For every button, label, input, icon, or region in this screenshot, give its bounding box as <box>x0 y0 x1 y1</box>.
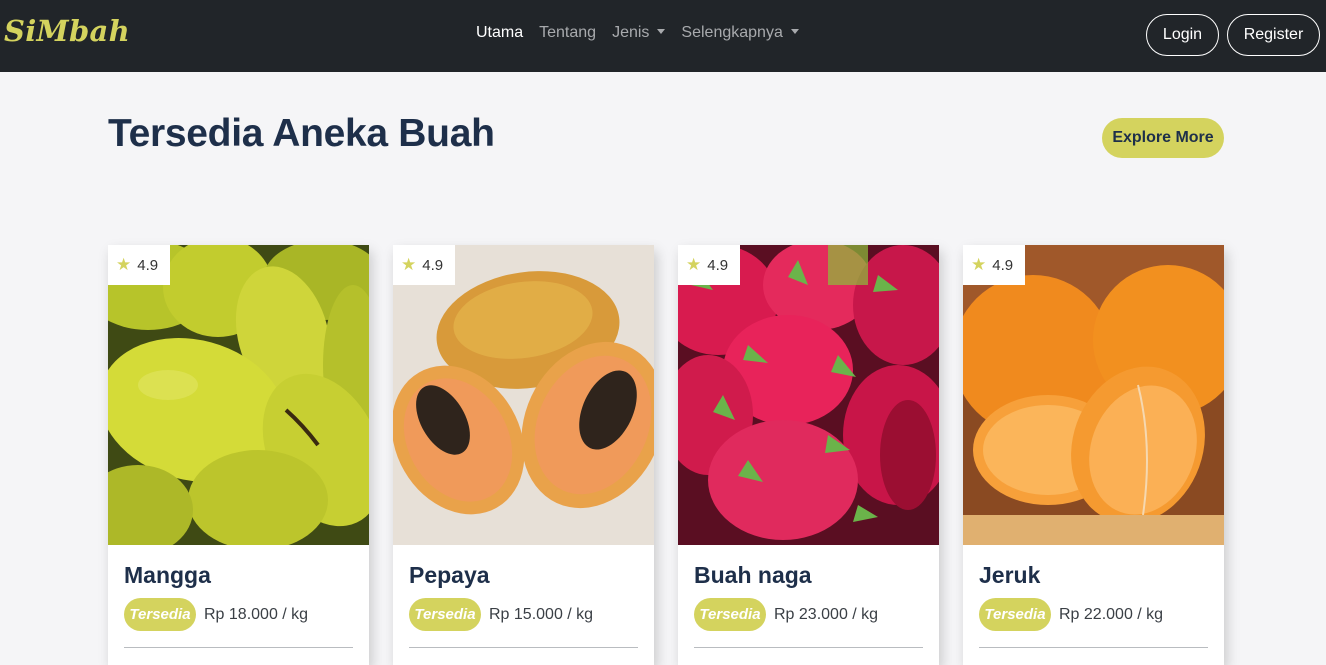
product-card-mangga[interactable]: ★ 4.9 Mangga Tersedia Rp 18.000 / kg <box>108 245 369 665</box>
brand-logo[interactable]: SiMbah <box>4 14 130 48</box>
product-price: Rp 18.000 / kg <box>204 606 309 623</box>
rating-badge: ★ 4.9 <box>963 245 1025 285</box>
product-name: Mangga <box>124 562 211 588</box>
product-price: Rp 23.000 / kg <box>774 606 879 623</box>
product-name: Pepaya <box>409 562 490 588</box>
availability-badge: Tersedia <box>694 598 766 631</box>
product-card-jeruk[interactable]: ★ 4.9 Jeruk Tersedia Rp 22.000 / kg <box>963 245 1224 665</box>
rating-value: 4.9 <box>992 256 1014 274</box>
product-price: Rp 15.000 / kg <box>489 606 594 623</box>
product-name: Buah naga <box>694 562 812 588</box>
rating-badge: ★ 4.9 <box>393 245 455 285</box>
card-divider <box>124 647 353 648</box>
star-icon: ★ <box>401 255 417 274</box>
chevron-down-icon <box>790 29 799 34</box>
availability-badge: Tersedia <box>409 598 481 631</box>
mango-photo <box>108 245 369 545</box>
nav-menu: Utama Tentang Jenis Selengkapnya <box>476 24 799 42</box>
card-divider <box>979 647 1208 648</box>
chevron-down-icon <box>657 29 666 34</box>
nav-link-label: Tentang <box>539 24 597 41</box>
product-name: Jeruk <box>979 562 1041 588</box>
nav-link-utama[interactable]: Utama <box>476 24 523 42</box>
rating-value: 4.9 <box>422 256 444 274</box>
top-navbar: SiMbah Utama Tentang Jenis Selengkapnya … <box>0 0 1326 72</box>
card-divider <box>409 647 638 648</box>
register-button[interactable]: Register <box>1227 14 1320 56</box>
rating-value: 4.9 <box>707 256 729 274</box>
nav-link-label: Selengkapnya <box>681 24 783 41</box>
nav-link-tentang[interactable]: Tentang <box>539 24 596 42</box>
star-icon: ★ <box>971 255 987 274</box>
rating-badge: ★ 4.9 <box>108 245 170 285</box>
availability-badge: Tersedia <box>124 598 196 631</box>
availability-badge: Tersedia <box>979 598 1051 631</box>
papaya-photo <box>393 245 654 545</box>
product-price: Rp 22.000 / kg <box>1059 606 1164 623</box>
star-icon: ★ <box>116 255 132 274</box>
login-button[interactable]: Login <box>1146 14 1219 56</box>
star-icon: ★ <box>686 255 702 274</box>
nav-link-label: Utama <box>476 24 524 41</box>
dragon-fruit-photo <box>678 245 939 545</box>
nav-dropdown-selengkapnya[interactable]: Selengkapnya <box>681 24 799 42</box>
explore-more-button[interactable]: Explore More <box>1102 118 1224 158</box>
section-title: Tersedia Aneka Buah <box>108 112 495 155</box>
product-card-pepaya[interactable]: ★ 4.9 Pepaya Tersedia Rp 15.000 / kg <box>393 245 654 665</box>
rating-value: 4.9 <box>137 256 159 274</box>
card-divider <box>694 647 923 648</box>
nav-dropdown-jenis[interactable]: Jenis <box>612 24 666 42</box>
nav-link-label: Jenis <box>612 24 650 41</box>
product-card-buah-naga[interactable]: ★ 4.9 Buah naga Tersedia Rp 23.000 / kg <box>678 245 939 665</box>
rating-badge: ★ 4.9 <box>678 245 740 285</box>
orange-photo <box>963 245 1224 545</box>
